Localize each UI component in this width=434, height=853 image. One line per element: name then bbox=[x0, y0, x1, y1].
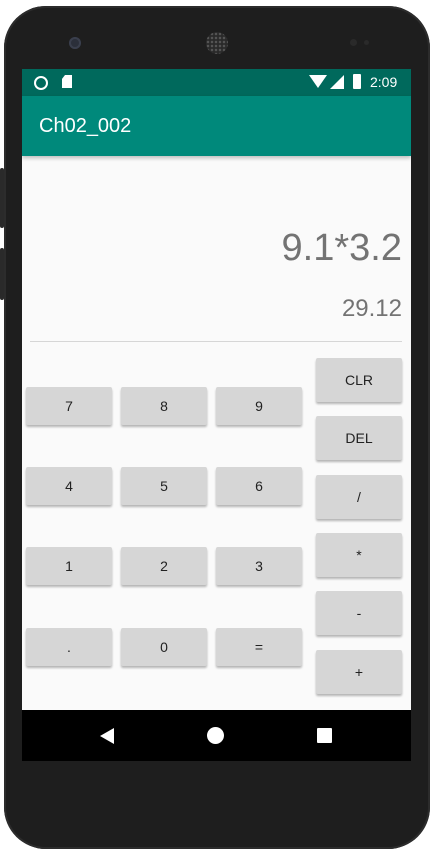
key-equals[interactable]: = bbox=[216, 628, 302, 666]
cell-signal-icon bbox=[330, 75, 344, 89]
back-icon[interactable] bbox=[100, 728, 114, 744]
key-9[interactable]: 9 bbox=[216, 387, 302, 425]
key-5[interactable]: 5 bbox=[121, 467, 207, 505]
phone-device: 2:09 Ch02_002 9.1*3.2 29.12 7 8 9 4 5 6 … bbox=[0, 0, 434, 853]
key-plus[interactable]: + bbox=[316, 650, 402, 694]
recents-icon[interactable] bbox=[317, 728, 332, 743]
display-divider bbox=[30, 341, 402, 342]
app-title: Ch02_002 bbox=[39, 115, 132, 137]
key-divide[interactable]: / bbox=[316, 475, 402, 519]
navigation-bar bbox=[22, 710, 411, 761]
circle-notification-icon bbox=[34, 76, 48, 90]
result-display: 29.12 bbox=[341, 295, 402, 322]
key-4[interactable]: 4 bbox=[26, 467, 112, 505]
front-camera-icon bbox=[69, 37, 81, 49]
light-sensor-icon bbox=[364, 40, 369, 45]
key-8[interactable]: 8 bbox=[121, 387, 207, 425]
screen: 2:09 Ch02_002 9.1*3.2 29.12 7 8 9 4 5 6 … bbox=[22, 69, 411, 710]
key-6[interactable]: 6 bbox=[216, 467, 302, 505]
proximity-sensor-icon bbox=[350, 39, 357, 46]
status-time: 2:09 bbox=[370, 74, 398, 90]
key-1[interactable]: 1 bbox=[26, 547, 112, 585]
earpiece-speaker-icon bbox=[206, 32, 228, 54]
key-delete[interactable]: DEL bbox=[316, 416, 402, 460]
key-7[interactable]: 7 bbox=[26, 387, 112, 425]
wifi-icon bbox=[309, 75, 327, 88]
expression-display: 9.1*3.2 bbox=[281, 227, 402, 269]
home-icon[interactable] bbox=[207, 727, 224, 744]
key-0[interactable]: 0 bbox=[121, 628, 207, 666]
key-multiply[interactable]: * bbox=[316, 533, 402, 577]
status-bar: 2:09 bbox=[22, 69, 411, 96]
battery-icon bbox=[353, 74, 361, 89]
key-3[interactable]: 3 bbox=[216, 547, 302, 585]
key-dot[interactable]: . bbox=[26, 628, 112, 666]
key-clear[interactable]: CLR bbox=[316, 358, 402, 402]
app-bar: Ch02_002 bbox=[22, 96, 411, 156]
sd-card-icon bbox=[62, 75, 72, 88]
key-minus[interactable]: - bbox=[316, 591, 402, 635]
key-2[interactable]: 2 bbox=[121, 547, 207, 585]
